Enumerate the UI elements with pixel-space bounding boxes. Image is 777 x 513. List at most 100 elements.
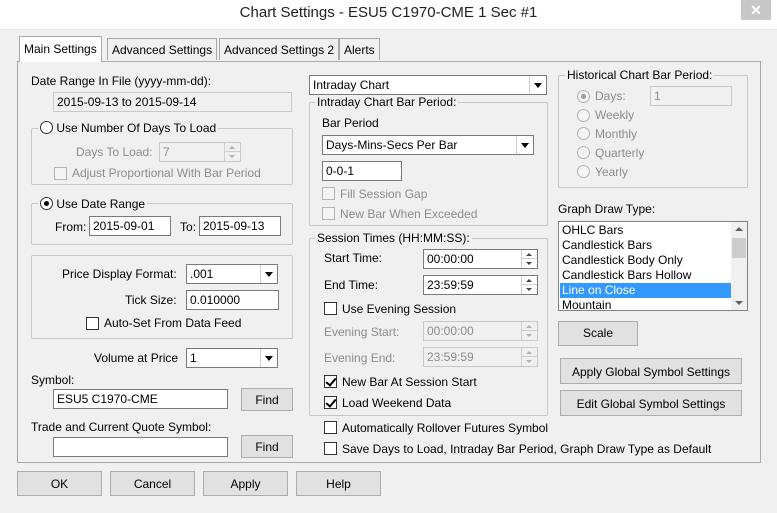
volume-at-price-label: Volume at Price [94,351,179,365]
auto-set-checkbox[interactable] [86,317,99,330]
list-item[interactable]: Candlestick Bars [560,238,732,253]
days-radio[interactable] [577,90,590,103]
list-item[interactable]: Candlestick Body Only [560,253,732,268]
new-bar-exceeded-checkbox[interactable] [322,207,335,220]
date-range-in-file-value: 2015-09-13 to 2015-09-14 [53,92,292,112]
chevron-down-icon[interactable] [529,76,546,94]
symbol-label: Symbol: [31,373,75,387]
scroll-thumb[interactable] [732,238,746,258]
bar-period-input[interactable]: 0-0-1 [322,161,402,181]
graph-draw-type-list[interactable]: OHLC Bars Candlestick Bars Candlestick B… [558,221,748,311]
end-time-spinner[interactable] [521,276,537,294]
monthly-label: Monthly [595,127,638,141]
apply-global-symbol-settings-button[interactable]: Apply Global Symbol Settings [560,358,742,384]
tab-advanced-settings[interactable]: Advanced Settings [107,38,218,60]
list-item[interactable]: Candlestick Bars Hollow [560,268,732,283]
intraday-bar-period-legend: Intraday Chart Bar Period: [315,95,459,109]
tab-alerts[interactable]: Alerts [339,38,380,60]
tick-size-input[interactable]: 0.010000 [186,290,279,310]
evening-start-label: Evening Start: [324,325,400,339]
close-icon: ✕ [750,2,762,18]
chevron-down-icon[interactable] [260,349,277,367]
evening-end-input[interactable]: 23:59:59 [423,347,538,367]
adjust-proportional-label: Adjust Proportional With Bar Period [72,166,261,180]
load-weekend-data-checkbox[interactable] [324,396,337,409]
new-bar-exceeded-label: New Bar When Exceeded [340,207,478,221]
end-time-input[interactable]: 23:59:59 [423,275,538,295]
days-label: Days: [595,89,626,103]
end-time-label: End Time: [324,278,379,292]
evening-session-label: Use Evening Session [342,302,457,316]
apply-button[interactable]: Apply [203,471,288,496]
help-button[interactable]: Help [296,471,381,496]
fill-session-gap-label: Fill Session Gap [340,187,428,201]
find-trade-symbol-button[interactable]: Find [241,435,293,458]
symbol-input[interactable]: ESU5 C1970-CME [53,389,228,409]
evening-end-label: Evening End: [324,351,396,365]
trade-quote-symbol-input[interactable] [53,437,228,457]
auto-rollover-checkbox[interactable] [324,421,337,434]
new-bar-session-start-checkbox[interactable] [324,375,337,388]
price-format-label: Price Display Format: [62,267,177,281]
list-item-selected[interactable]: Line on Close [560,283,732,298]
yearly-radio[interactable] [577,165,590,178]
to-date-input[interactable]: 2015-09-13 [199,216,281,236]
graph-draw-type-label: Graph Draw Type: [558,202,656,216]
list-scrollbar[interactable] [731,222,747,310]
use-date-range-radio[interactable] [40,197,53,210]
trade-quote-symbol-label: Trade and Current Quote Symbol: [31,420,212,434]
bar-period-label: Bar Period [322,116,379,130]
evening-start-spinner[interactable] [521,322,537,340]
price-format-select[interactable]: .001 [186,264,278,284]
find-symbol-button[interactable]: Find [241,388,293,411]
weekly-radio[interactable] [577,109,590,122]
save-default-checkbox[interactable] [324,442,337,455]
evening-session-checkbox[interactable] [324,302,337,315]
list-item[interactable]: OHLC Bars [560,223,732,238]
use-days-radio[interactable] [40,121,53,134]
tab-advanced-settings-2[interactable]: Advanced Settings 2 [219,38,340,60]
chevron-down-icon[interactable] [260,265,277,283]
start-time-spinner[interactable] [521,250,537,268]
to-label: To: [180,220,197,234]
chart-type-select[interactable]: Intraday Chart [309,75,547,95]
yearly-label: Yearly [595,165,628,179]
historical-bar-period-legend: Historical Chart Bar Period: [565,68,715,82]
start-time-label: Start Time: [324,251,383,265]
start-time-input[interactable]: 00:00:00 [423,249,538,269]
from-label: From: [55,220,87,234]
chevron-down-icon[interactable] [516,136,533,154]
quarterly-radio[interactable] [577,146,590,159]
session-times-legend: Session Times (HH:MM:SS): [315,231,472,245]
use-date-range-option[interactable]: Use Date Range [38,197,148,211]
scale-button[interactable]: Scale [558,321,638,346]
evening-end-spinner[interactable] [521,348,537,366]
auto-rollover-label: Automatically Rollover Futures Symbol [342,421,549,435]
volume-at-price-select[interactable]: 1 [186,348,278,368]
monthly-radio[interactable] [577,127,590,140]
use-days-option[interactable]: Use Number Of Days To Load [38,121,219,135]
close-button[interactable]: ✕ [741,0,771,20]
quarterly-label: Quarterly [595,146,645,160]
date-range-in-file-label: Date Range In File (yyyy-mm-dd): [31,74,212,88]
scroll-up-icon[interactable] [731,222,747,236]
cancel-button[interactable]: Cancel [110,471,195,496]
new-bar-session-start-label: New Bar At Session Start [342,375,477,389]
list-item[interactable]: Mountain [560,298,732,310]
use-date-range-label: Use Date Range [56,197,146,211]
use-days-label: Use Number Of Days To Load [56,121,217,135]
window-title: Chart Settings - ESU5 C1970-CME 1 Sec #1 [239,4,538,21]
days-to-load-spinner[interactable] [224,143,240,161]
days-to-load-input[interactable]: 7 [159,142,241,162]
ok-button[interactable]: OK [17,471,102,496]
adjust-proportional-checkbox[interactable] [54,167,67,180]
tab-main-settings[interactable]: Main Settings [19,36,102,62]
bar-period-type-select[interactable]: Days-Mins-Secs Per Bar [322,135,534,155]
from-date-input[interactable]: 2015-09-01 [89,216,171,236]
edit-global-symbol-settings-button[interactable]: Edit Global Symbol Settings [560,390,742,416]
days-to-load-label: Days To Load: [76,145,153,159]
evening-start-input[interactable]: 00:00:00 [423,321,538,341]
days-input[interactable]: 1 [650,86,732,106]
fill-session-gap-checkbox[interactable] [322,187,335,200]
scroll-down-icon[interactable] [731,296,747,310]
